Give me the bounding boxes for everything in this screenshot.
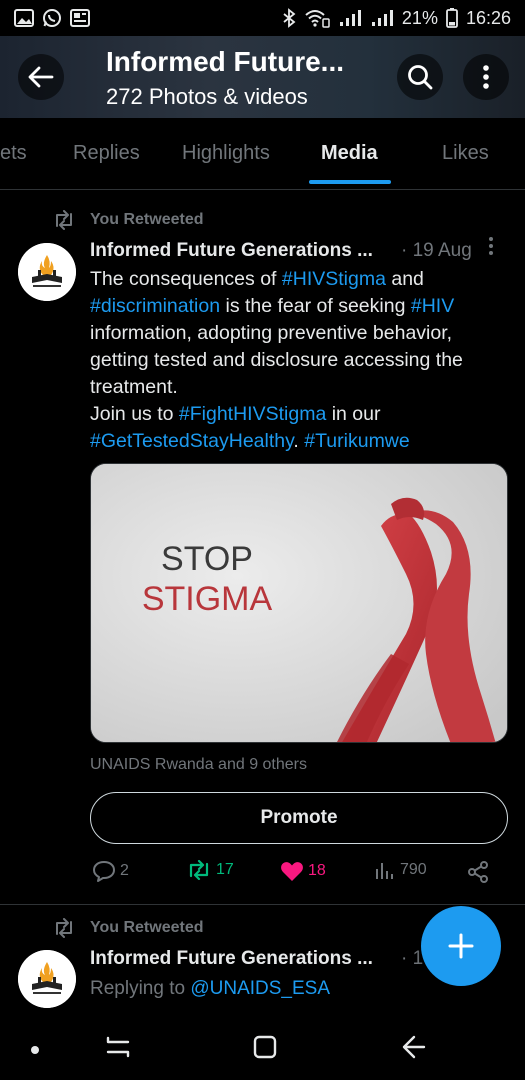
hashtag-link[interactable]: #discrimination [90,295,220,317]
view-count: 790 [400,861,427,878]
profile-tabs: ets Replies Highlights Media Likes [0,118,525,190]
system-navigation-bar [0,1016,525,1080]
reply-button[interactable]: 2 [92,860,129,882]
whatsapp-icon [42,8,62,28]
retweet-button[interactable]: 17 [186,860,234,880]
tweet-text-segment: in our [326,403,381,425]
image-text-stigma: STIGMA [142,580,273,618]
home-square-icon [253,1035,277,1059]
promote-button[interactable]: Promote [90,792,508,844]
system-back-button[interactable] [398,1034,426,1065]
news-icon [70,9,90,27]
plus-icon [448,933,474,959]
tweet-text-segment: information, adopting preventive behavio… [90,322,463,398]
active-tab-indicator [309,180,391,184]
avatar[interactable] [18,950,76,1008]
hashtag-link[interactable]: #FightHIVStigma [179,403,326,425]
mention-link[interactable]: @UNAIDS_ESA [190,978,330,999]
hashtag-link[interactable]: #HIV [411,295,454,317]
tweet-text-segment: is the fear of seeking [220,295,411,317]
tweet-text-segment: Join us to [90,403,179,425]
more-vertical-icon [489,237,493,255]
tweet-text: The consequences of #HIVStigma and #disc… [90,266,510,455]
like-count: 18 [308,862,326,879]
clock: 16:26 [465,7,511,28]
tweet-text-segment: The consequences of [90,268,282,290]
retweet-icon [56,210,72,230]
tweet-text-segment: and [385,268,424,290]
tweet-actions: 2 17 18 790 [0,860,525,888]
replying-to-label: Replying to [90,978,191,999]
tweet-header: Informed Future Generations ... · 19 Aug [90,237,510,266]
retweet-icon [56,918,72,938]
social-context[interactable]: UNAIDS Rwanda and 9 others [90,756,307,774]
tweet-text-segment: . [293,430,305,452]
search-button[interactable] [397,54,443,100]
status-bar: 21% 16:26 [0,0,525,36]
retweet-context: You Retweeted [52,918,204,938]
tab-likes[interactable]: Likes [442,142,489,165]
more-vertical-icon [483,65,489,89]
hashtag-link[interactable]: #GetTestedStayHealthy [90,430,293,452]
author-name[interactable]: Informed Future Generations ... [90,240,373,262]
stop-stigma-image: STOP STIGMA [91,464,507,742]
wifi-icon [304,8,330,28]
tweet-more-button[interactable] [488,236,494,262]
hashtag-link[interactable]: #Turikumwe [304,430,409,452]
profile-header: Informed Future... 272 Photos & videos [0,36,525,118]
compose-button[interactable] [421,906,501,986]
recents-icon [106,1036,130,1058]
media-count: 272 Photos & videos [106,84,308,109]
tab-media[interactable]: Media [321,142,378,165]
share-icon [468,861,488,883]
page-title: Informed Future... [106,46,344,77]
reply-count: 2 [120,862,129,879]
avatar[interactable] [18,243,76,301]
heart-icon [281,862,303,881]
back-button[interactable] [18,54,64,100]
bluetooth-icon [282,8,296,28]
image-text-stop: STOP [161,540,253,578]
tweet-date[interactable]: · 1 [401,948,423,970]
gallery-icon [14,9,34,27]
tweet-divider [0,904,525,905]
replying-to: Replying to @UNAIDS_ESA [90,978,330,1000]
tab-posts[interactable]: ets [0,142,27,165]
share-button[interactable] [466,860,490,884]
more-options-button[interactable] [463,54,509,100]
nav-dot [30,1042,40,1060]
comment-icon [93,861,115,882]
signal-icon [370,9,394,27]
org-logo-icon [18,243,76,301]
like-button[interactable]: 18 [280,860,326,882]
battery-percent: 21% [401,7,438,28]
retweet-count: 17 [216,861,234,878]
org-logo-icon [18,950,76,1008]
home-button[interactable] [252,1034,278,1065]
signal-icon [338,9,362,27]
tweet-media-image[interactable]: STOP STIGMA [90,463,508,743]
analytics-icon [376,863,393,879]
recent-apps-button[interactable] [104,1034,132,1065]
arrow-left-icon [28,66,54,88]
tab-highlights[interactable]: Highlights [182,142,270,165]
dot-icon [31,1046,39,1054]
tweet-date[interactable]: · 19 Aug [401,240,472,262]
search-icon [408,65,433,90]
views-button[interactable]: 790 [374,860,427,880]
retweet-context: You Retweeted [52,210,204,230]
tab-replies[interactable]: Replies [73,142,140,165]
author-name[interactable]: Informed Future Generations ... [90,948,373,970]
retweet-label: You Retweeted [90,211,204,228]
retweet-label: You Retweeted [90,919,204,936]
battery-icon [446,8,458,28]
hashtag-link[interactable]: #HIVStigma [282,268,386,290]
retweet-icon [189,860,209,880]
chevron-left-icon [402,1035,426,1059]
